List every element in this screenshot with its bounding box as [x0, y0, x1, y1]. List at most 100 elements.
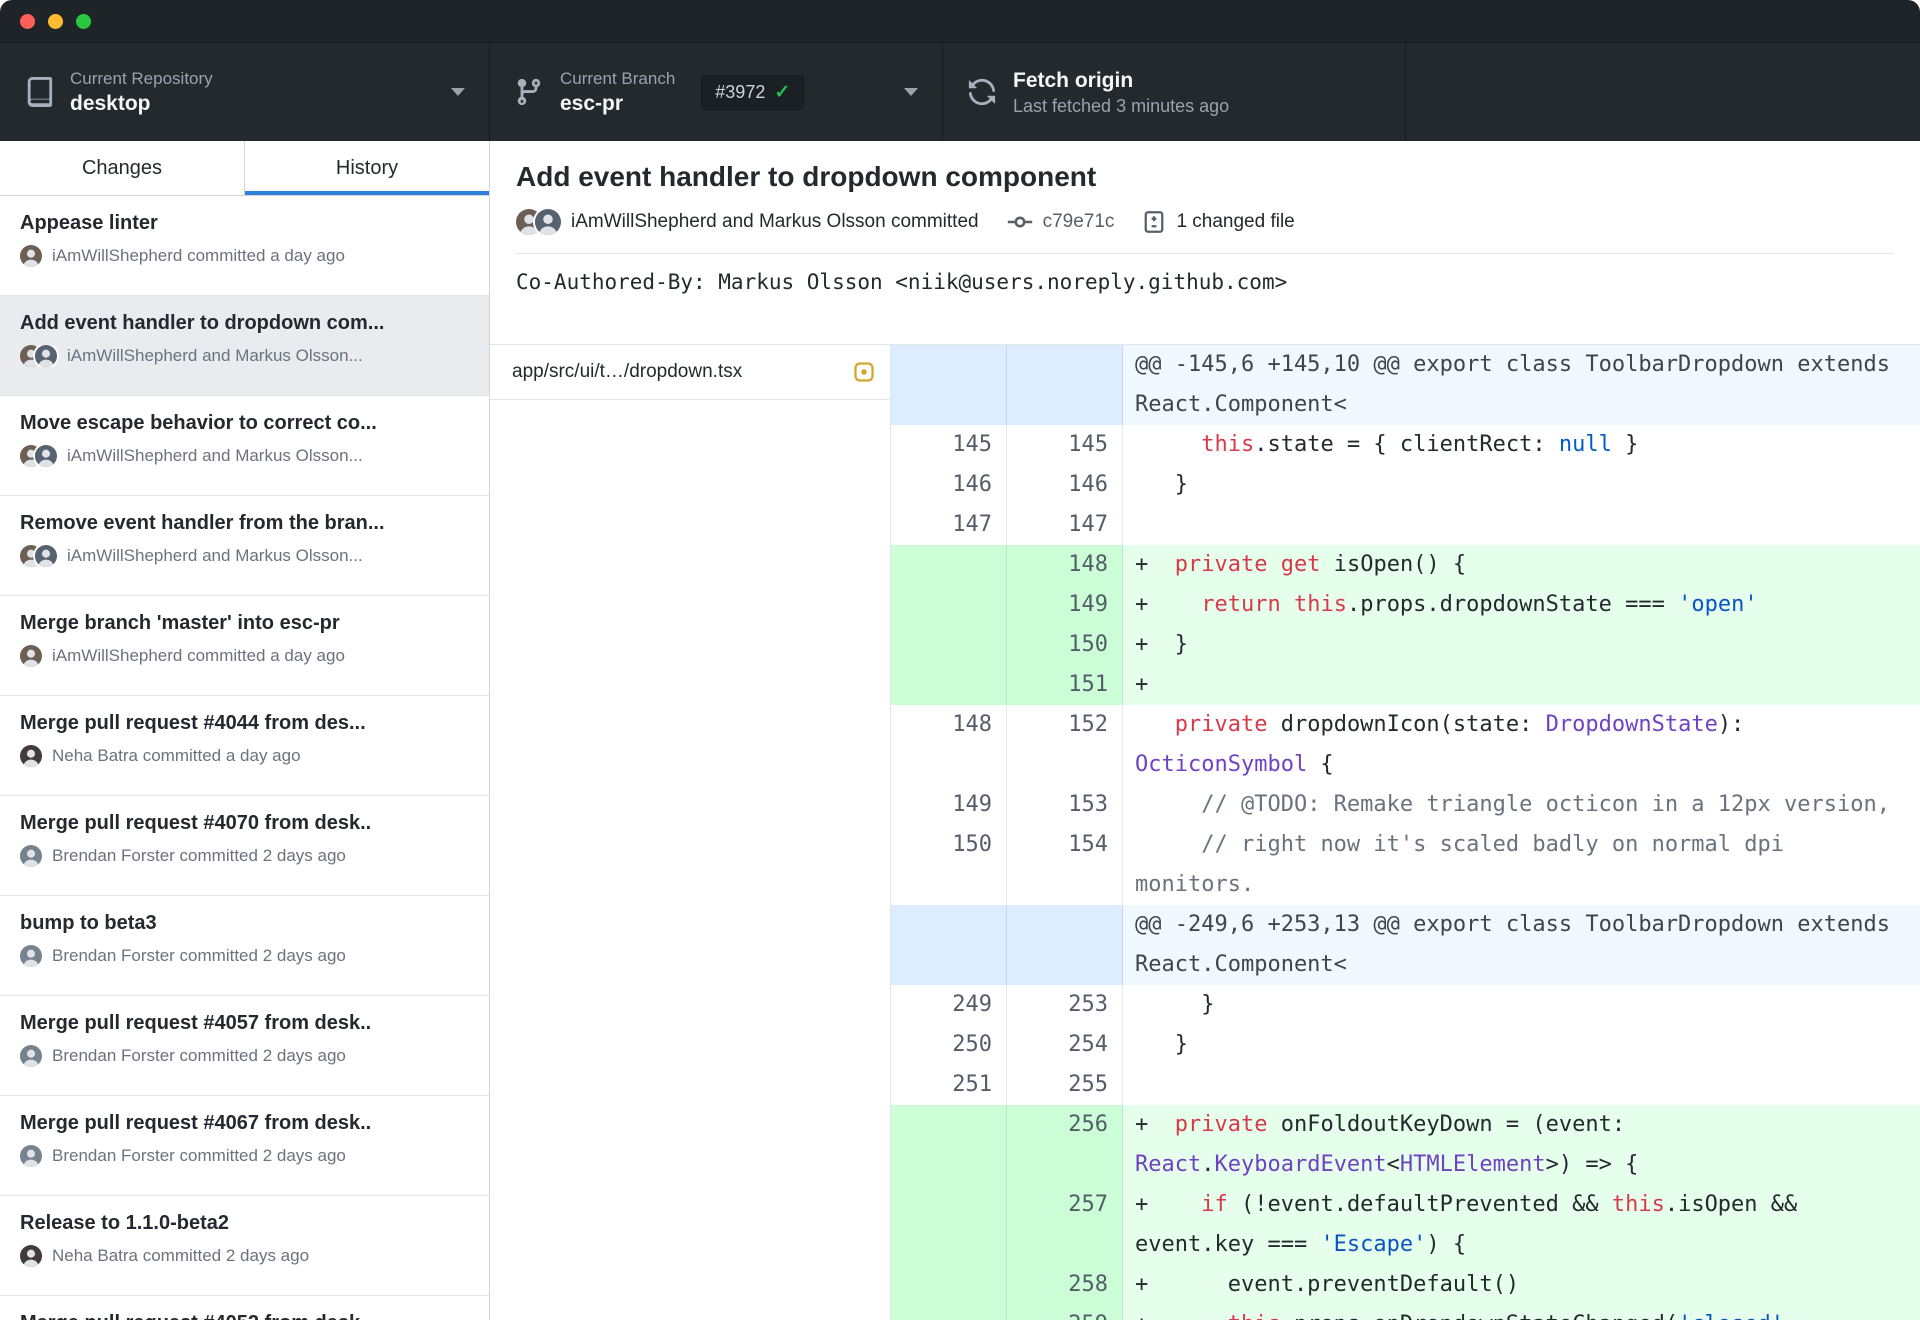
current-repository-button[interactable]: Current Repository desktop [0, 43, 490, 141]
sidebar: Changes History Appease linter iAmWillShe… [0, 141, 490, 1320]
repo-icon [24, 77, 54, 107]
list-item[interactable]: Move escape behavior to correct co... iAm… [0, 396, 489, 496]
list-item[interactable]: Merge pull request #4044 from des... Neha… [0, 696, 489, 796]
list-item[interactable]: Merge pull request #4067 from desk.. Bren… [0, 1096, 489, 1196]
new-line-number: 259 [1007, 1305, 1123, 1320]
tab-changes[interactable]: Changes [0, 141, 244, 195]
new-line-number: 146 [1007, 465, 1123, 505]
new-line-number: 153 [1007, 785, 1123, 825]
list-item[interactable]: Remove event handler from the bran... iAm… [0, 496, 489, 596]
commit-list-meta: iAmWillShepherd and Markus Olsson... [20, 545, 469, 567]
minimize-button-icon[interactable] [48, 13, 63, 29]
avatar-set [20, 1245, 42, 1267]
old-line-number [891, 1105, 1007, 1185]
old-line-number [891, 345, 1007, 425]
commit-list-title: Merge pull request #4057 from desk.. [20, 1012, 372, 1034]
old-line-number: 147 [891, 505, 1007, 545]
traffic-lights [20, 13, 91, 29]
byline-avatars [516, 209, 561, 235]
diff-code: + private onFoldoutKeyDown = (event: Rea… [1123, 1105, 1920, 1185]
diff-code: private dropdownIcon(state: DropdownStat… [1135, 712, 1758, 777]
commit-list-title: Release to 1.1.0-beta2 [20, 1212, 229, 1234]
diff-code: } [1135, 992, 1215, 1017]
old-line-number: 250 [891, 1025, 1007, 1065]
diff-line-row: 151 + [891, 665, 1920, 705]
new-line-number: 256 [1007, 1105, 1123, 1185]
list-item[interactable]: Appease linter iAmWillShepherd committed … [0, 196, 489, 296]
content-area: Changes History Appease linter iAmWillShe… [0, 141, 1920, 1320]
pr-badge[interactable]: #3972 ✓ [701, 74, 805, 110]
avatar [20, 1145, 42, 1167]
commit-list-meta-text: iAmWillShepherd and Markus Olsson... [67, 346, 363, 365]
old-line-number [891, 1265, 1007, 1305]
commit-list-title: Merge pull request #4067 from desk.. [20, 1112, 372, 1134]
list-item[interactable]: Merge pull request #4057 from desk.. Bren… [0, 996, 489, 1096]
commit-list-meta-text: iAmWillShepherd and Markus Olsson... [67, 446, 363, 465]
new-line-number: 147 [1007, 505, 1123, 545]
list-item[interactable]: bump to beta3 Brendan Forster committed 2… [0, 896, 489, 996]
old-line-number: 148 [891, 705, 1007, 785]
avatar [20, 1245, 42, 1267]
avatar-set [20, 1145, 42, 1167]
diff-line-row: 258 + event.preventDefault() [891, 1265, 1920, 1305]
old-line-number: 251 [891, 1065, 1007, 1105]
diff-body: app/src/ui/t…/dropdown.tsx @@ -145,6 +14… [490, 345, 1920, 1320]
commit-list-meta: iAmWillShepherd and Markus Olsson... [20, 345, 469, 367]
ci-check-icon: ✓ [774, 81, 791, 103]
new-line-number: 253 [1007, 985, 1123, 1025]
close-button-icon[interactable] [20, 13, 35, 29]
commit-list-title: Remove event handler from the bran... [20, 512, 385, 534]
commit-list-meta: iAmWillShepherd committed a day ago [20, 245, 469, 267]
branch-text: Current Branch esc-pr [560, 68, 675, 117]
repository-name: desktop [70, 91, 151, 115]
commit-list-title: Appease linter [20, 212, 158, 234]
old-line-number [891, 625, 1007, 665]
diff-code: + } [1123, 625, 1920, 665]
tab-history[interactable]: History [244, 141, 489, 195]
fetch-origin-button[interactable]: Fetch origin Last fetched 3 minutes ago [943, 43, 1406, 141]
list-item[interactable]: Merge pull request #4052 from desk..Bren… [0, 1296, 489, 1320]
diff-code: + this.props.onDropdownStateChanged('clo… [1123, 1305, 1920, 1320]
fetch-text: Fetch origin Last fetched 3 minutes ago [1013, 68, 1229, 117]
commit-list-meta-text: Neha Batra committed 2 days ago [52, 1246, 310, 1265]
avatar-set [20, 945, 42, 967]
changed-files-pane: app/src/ui/t…/dropdown.tsx [490, 345, 891, 1320]
app-toolbar: Current Repository desktop Current Branc… [0, 43, 1920, 141]
avatar-set [20, 245, 42, 267]
old-line-number [891, 585, 1007, 625]
window-titlebar [0, 0, 1920, 43]
list-item[interactable]: Add event handler to dropdown com... iAmW… [0, 296, 489, 396]
list-item[interactable]: Merge pull request #4070 from desk.. Bren… [0, 796, 489, 896]
diff-line-row: 257 + if (!event.defaultPrevented && this… [891, 1185, 1920, 1265]
branch-name: esc-pr [560, 91, 624, 115]
current-branch-button[interactable]: Current Branch esc-pr #3972 ✓ [490, 43, 943, 141]
old-line-number: 149 [891, 785, 1007, 825]
diff-code: + event.preventDefault() [1123, 1265, 1920, 1305]
commit-list-meta-text: iAmWillShepherd and Markus Olsson... [67, 546, 363, 565]
chevron-down-icon [451, 88, 465, 96]
github-desktop-window: Current Repository desktop Current Branc… [0, 0, 1920, 1320]
commit-list-meta-text: iAmWillShepherd committed a day ago [52, 246, 345, 265]
file-diff-icon [1142, 210, 1166, 234]
diff-code: } [1135, 1032, 1188, 1057]
commit-list-meta: Neha Batra committed 2 days ago [20, 1245, 469, 1267]
diff-line-row: 150 154 // right now it's scaled badly on… [891, 825, 1920, 905]
old-line-number [891, 1185, 1007, 1265]
zoom-button-icon[interactable] [76, 13, 91, 29]
diff-code: + private get isOpen() { [1123, 545, 1920, 585]
commit-description: Co-Authored-By: Markus Olsson <niik@user… [516, 253, 1894, 294]
list-item[interactable]: Merge branch 'master' into esc-pr iAmWill… [0, 596, 489, 696]
commit-list-meta: Brendan Forster committed 2 days ago [20, 945, 469, 967]
commit-list-title: Merge pull request #4070 from desk.. [20, 812, 372, 834]
list-item[interactable]: Release to 1.1.0-beta2 Neha Batra committ… [0, 1196, 489, 1296]
avatar-set [20, 745, 42, 767]
diff-code: + return this.props.dropdownState === 'o… [1123, 585, 1920, 625]
diff-code: @@ -249,6 +253,13 @@ export class Toolba… [1123, 905, 1920, 985]
new-line-number: 148 [1007, 545, 1123, 585]
diff-pane: @@ -145,6 +145,10 @@ export class Toolba… [891, 345, 1920, 1320]
commit-list-title: bump to beta3 [20, 912, 157, 934]
file-list-item[interactable]: app/src/ui/t…/dropdown.tsx [490, 345, 890, 400]
main-pane: Add event handler to dropdown component … [490, 141, 1920, 1320]
commit-list: Appease linter iAmWillShepherd committed … [0, 196, 489, 1320]
new-line-number: 258 [1007, 1265, 1123, 1305]
